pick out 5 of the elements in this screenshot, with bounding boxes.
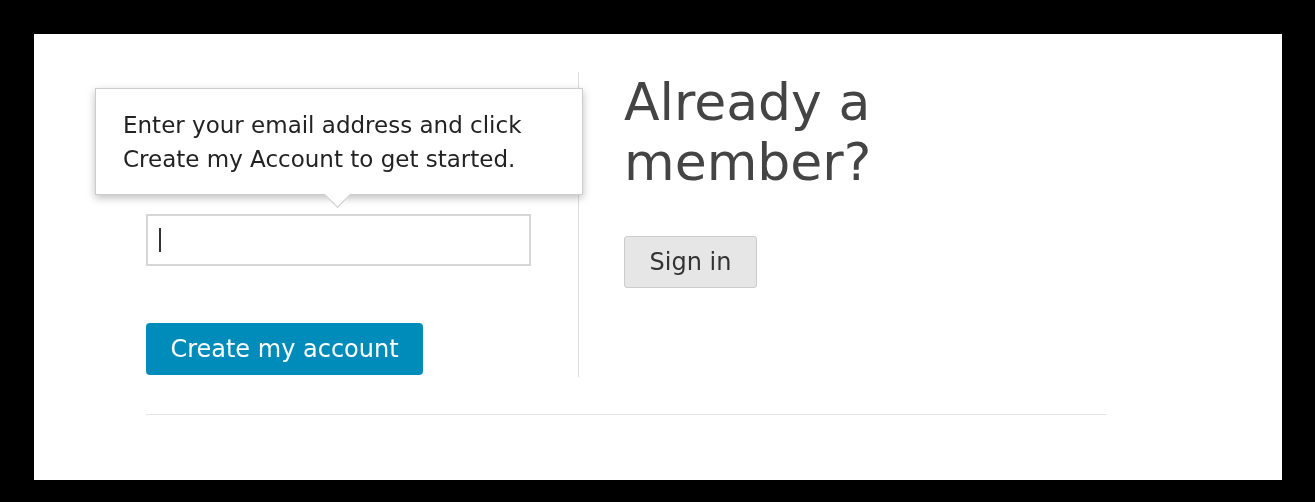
email-field[interactable] [146,214,531,266]
create-account-button[interactable]: Create my account [146,323,423,375]
sign-in-button[interactable]: Sign in [624,236,757,288]
signin-heading: Already a member? [624,72,873,192]
tooltip-text: Enter your email address and click Create my Account to get started. [123,111,523,174]
